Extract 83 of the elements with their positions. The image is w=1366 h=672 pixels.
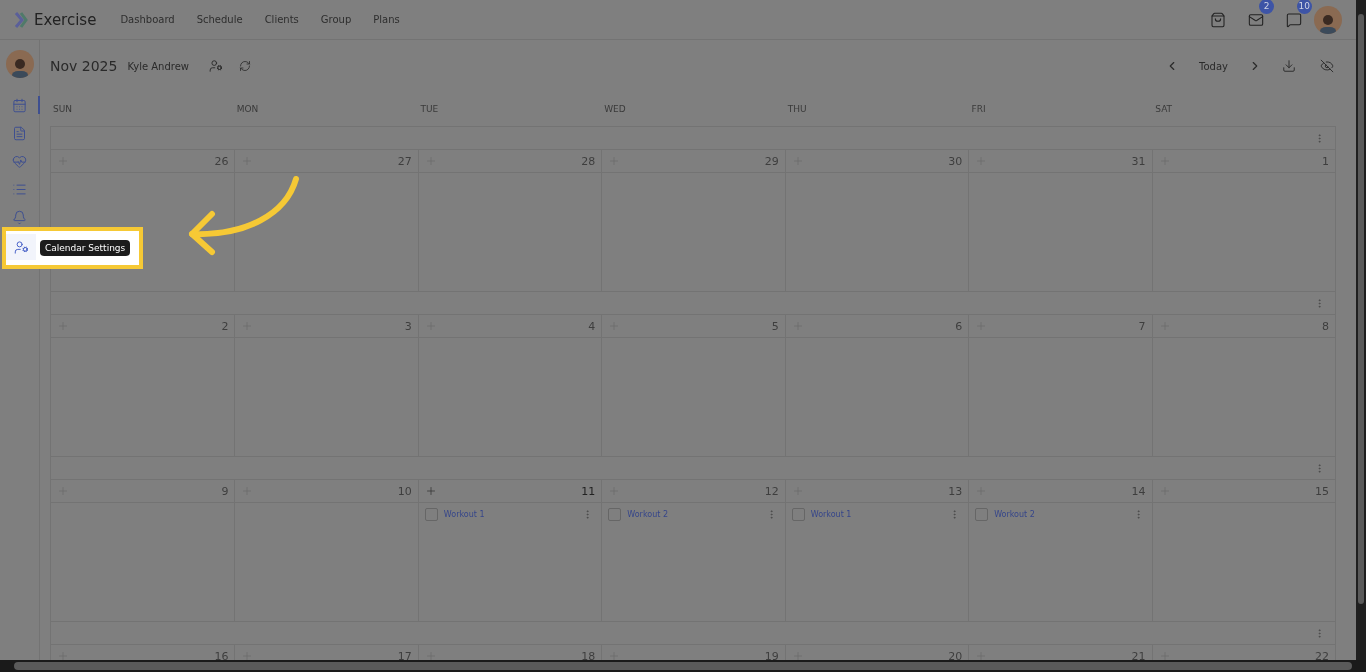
user-settings-icon (13, 239, 29, 255)
add-button[interactable] (424, 485, 437, 497)
scrollbar-thumb[interactable] (14, 662, 1352, 670)
day-number: 9 (221, 484, 229, 498)
month-title: Nov 2025 (50, 58, 118, 74)
document-icon (12, 125, 27, 141)
heart-pulse-icon (12, 153, 27, 169)
day-number: 10 (397, 484, 412, 498)
event-title[interactable]: Workout 1 (810, 510, 950, 519)
client-settings-button[interactable] (209, 59, 223, 73)
nav-link[interactable]: Schedule (196, 14, 243, 25)
add-button[interactable] (1158, 650, 1171, 660)
add-button[interactable] (608, 650, 621, 660)
day-number: 29 (764, 154, 779, 168)
day-number: 3 (404, 319, 412, 333)
day-number: 1 (1322, 154, 1329, 168)
bag-button[interactable] (1210, 11, 1226, 28)
add-button[interactable] (424, 650, 437, 660)
refresh-button[interactable] (239, 60, 251, 72)
nav-link[interactable]: Plans (373, 14, 400, 25)
add-button[interactable] (791, 650, 804, 660)
chat-button[interactable] (1286, 11, 1302, 28)
hide-button[interactable] (1320, 59, 1334, 73)
client-name: Kyle Andrew (127, 60, 189, 72)
nav-link[interactable]: Group (320, 14, 352, 25)
nav-link[interactable]: Clients (264, 14, 299, 25)
day-number: 28 (581, 154, 596, 168)
arrow-icon (186, 174, 302, 258)
add-button[interactable] (241, 650, 254, 660)
day-number: 7 (1138, 319, 1146, 333)
checkbox[interactable] (975, 508, 989, 521)
day-number: 15 (1315, 484, 1329, 498)
add-button[interactable] (57, 650, 69, 660)
scrollbar-thumb[interactable] (1358, 14, 1364, 604)
weekday-label: WED (603, 104, 627, 114)
user-avatar[interactable] (1314, 5, 1342, 34)
logo-icon (14, 11, 28, 28)
add-button[interactable] (975, 650, 988, 660)
app-name: Exercise (34, 10, 97, 29)
day-number: 31 (1131, 154, 1146, 168)
day-number: 18 (581, 649, 596, 660)
day-number: 17 (397, 649, 412, 660)
day-number: 11 (581, 484, 596, 498)
day-number: 26 (214, 154, 229, 168)
tooltip: Calendar Settings (40, 240, 131, 256)
weekday-label: SUN (52, 104, 74, 114)
nav-link[interactable]: Dashboard (120, 14, 175, 25)
weekday-label: SAT (1154, 104, 1174, 114)
weekday-label: FRI (970, 104, 987, 114)
day-number: 27 (397, 154, 412, 168)
day-number: 2 (221, 319, 229, 333)
bell-icon (12, 209, 27, 225)
day-number: 14 (1131, 484, 1146, 498)
day-number: 16 (214, 649, 229, 660)
day-number: 12 (764, 484, 779, 498)
day-number: 21 (1131, 649, 1146, 660)
checkbox[interactable] (791, 508, 805, 521)
day-number: 6 (955, 319, 963, 333)
count-badge: 10 (1296, 0, 1312, 14)
count-badge: 2 (1259, 0, 1274, 14)
weekday-label: TUE (419, 104, 440, 114)
checkbox[interactable] (424, 508, 438, 521)
day-number: 30 (948, 154, 963, 168)
event-title[interactable]: Workout 2 (994, 510, 1133, 519)
day-number: 13 (948, 484, 963, 498)
checkbox[interactable] (608, 508, 622, 521)
day-number: 19 (764, 649, 779, 660)
download-button[interactable] (1282, 59, 1296, 73)
day-number: 5 (771, 319, 779, 333)
day-number: 22 (1315, 649, 1329, 660)
weekday-label: MON (235, 104, 260, 114)
calendar-icon (12, 97, 27, 113)
sidebar-item[interactable] (6, 234, 36, 260)
event-title[interactable]: Workout 2 (627, 510, 766, 519)
client-avatar (5, 50, 34, 78)
day-number: 8 (1322, 319, 1329, 333)
event-title[interactable]: Workout 1 (443, 510, 583, 519)
list-icon (12, 181, 27, 197)
day-number: 4 (588, 319, 596, 333)
mail-button[interactable] (1248, 11, 1264, 28)
day-number: 20 (948, 649, 963, 660)
today-button[interactable]: Today (1199, 60, 1228, 72)
weekday-label: THU (786, 104, 808, 114)
